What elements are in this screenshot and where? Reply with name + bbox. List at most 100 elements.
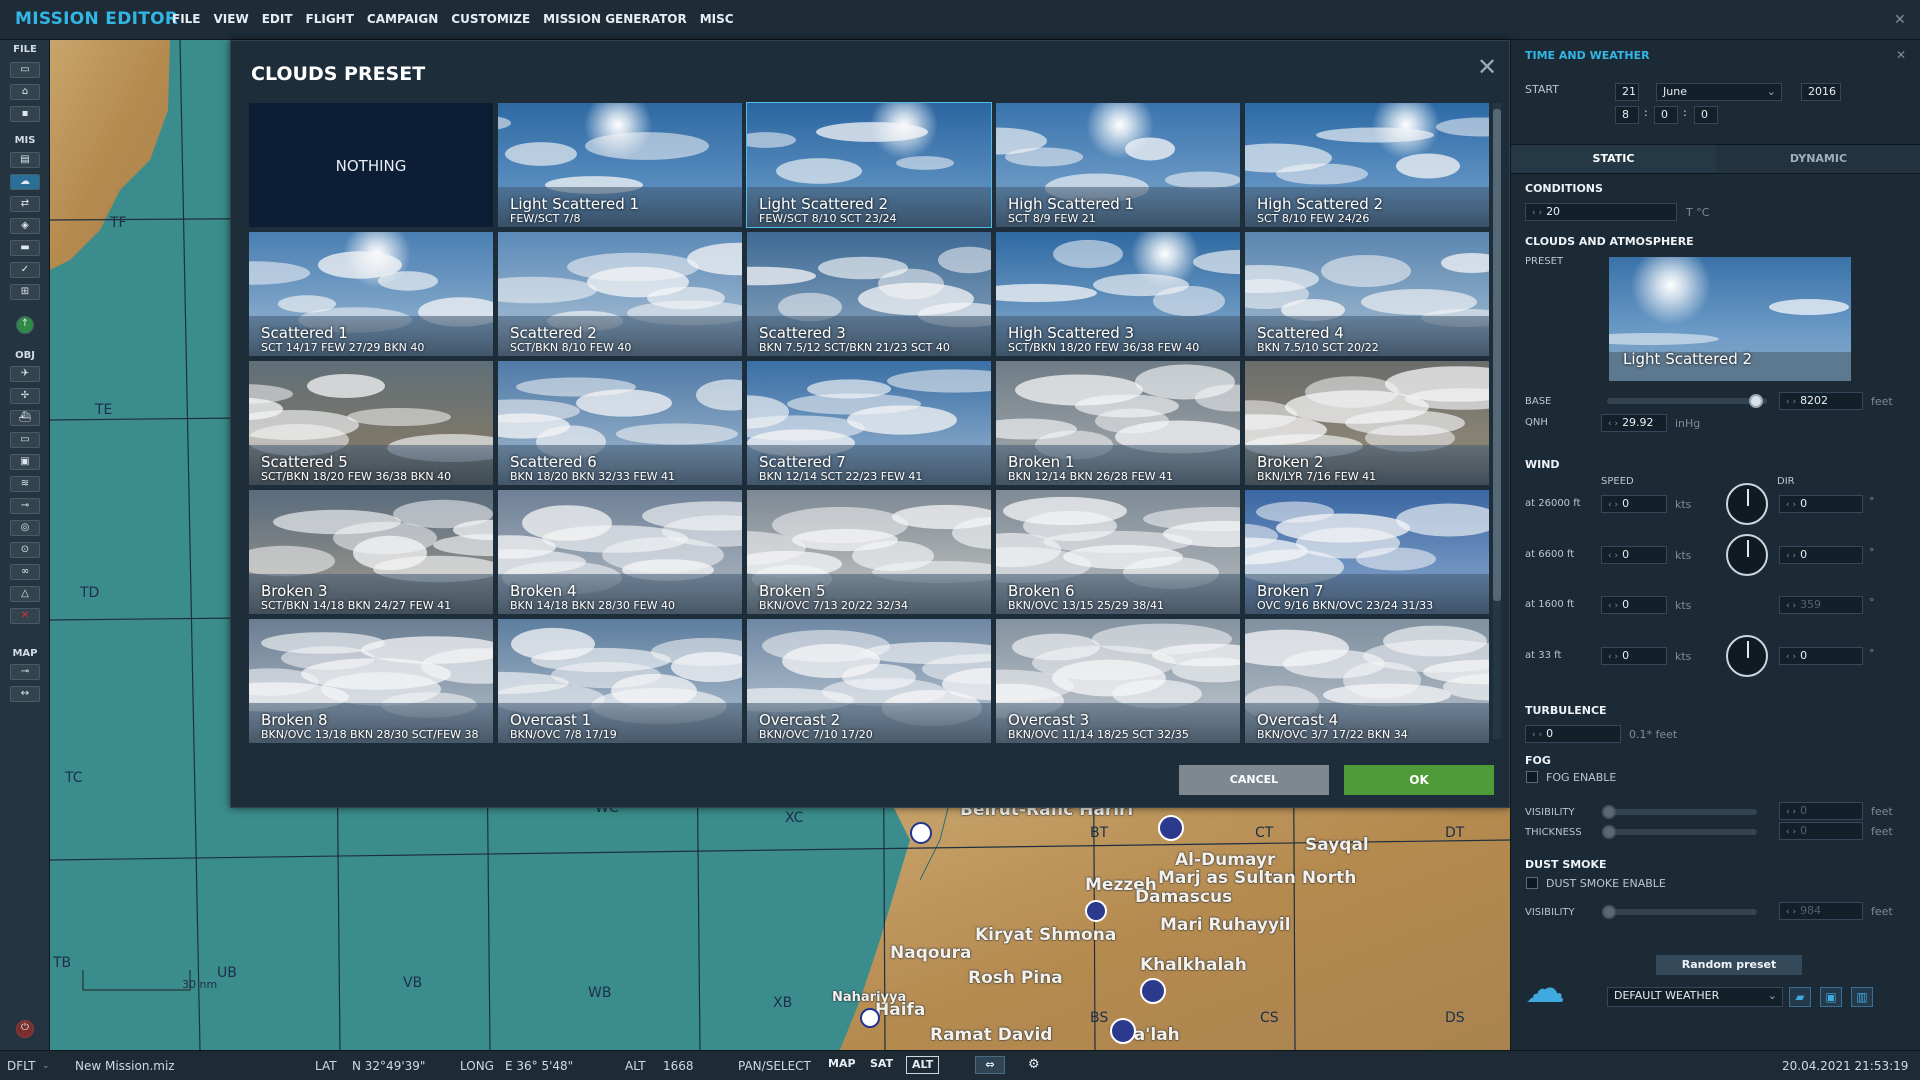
airfield-icon[interactable] — [1110, 1018, 1136, 1044]
temperature-field[interactable]: ‹ › 20 — [1525, 203, 1677, 221]
briefing-icon[interactable]: ▤ — [10, 152, 40, 168]
alt-mode-button[interactable]: ALT — [906, 1056, 940, 1074]
turbulence-field[interactable]: ‹ › 0 — [1525, 725, 1621, 743]
wind-direction-field[interactable]: ‹ › 0 — [1779, 495, 1863, 513]
preset-tile[interactable]: High Scattered 3 SCT/BKN 18/20 FEW 36/38… — [996, 232, 1240, 356]
preset-tile[interactable]: Scattered 5 SCT/BKN 18/20 FEW 36/38 BKN … — [249, 361, 493, 485]
menu-campaign[interactable]: CAMPAIGN — [367, 12, 438, 26]
preset-tile[interactable]: Scattered 2 SCT/BKN 8/10 FEW 40 — [498, 232, 742, 356]
preset-tile[interactable]: Scattered 4 BKN 7.5/10 SCT 20/22 — [1245, 232, 1489, 356]
coalition-icon[interactable]: ⊞ — [10, 284, 40, 300]
sat-mode-button[interactable]: SAT — [865, 1056, 898, 1074]
start-second-field[interactable]: 0 — [1694, 106, 1718, 124]
preset-tile[interactable]: Overcast 2 BKN/OVC 7/10 17/20 — [747, 619, 991, 743]
resources-icon[interactable]: ▬ — [10, 240, 40, 256]
menu-mission-generator[interactable]: MISSION GENERATOR — [543, 12, 687, 26]
airfield-icon[interactable] — [1158, 815, 1184, 841]
qnh-field[interactable]: ‹ › 29.92 — [1601, 414, 1667, 432]
wind-direction-dial[interactable] — [1726, 483, 1768, 525]
dust-visibility-field[interactable]: ‹ › 984 — [1779, 902, 1863, 920]
wind-direction-field[interactable]: ‹ › 359 — [1779, 596, 1863, 614]
ok-button[interactable]: OK — [1344, 765, 1494, 795]
start-year-field[interactable]: 2016 — [1801, 83, 1841, 101]
new-file-icon[interactable]: ▭ — [10, 62, 40, 78]
dust-visibility-slider[interactable] — [1607, 909, 1757, 915]
preset-tile[interactable]: Broken 7 OVC 9/16 BKN/OVC 23/24 31/33 — [1245, 490, 1489, 614]
map-mode-button[interactable]: MAP — [823, 1056, 861, 1074]
preset-tile[interactable]: Broken 6 BKN/OVC 13/15 25/29 38/41 — [996, 490, 1240, 614]
fog-thickness-knob[interactable] — [1602, 825, 1616, 839]
check-icon[interactable]: ✓ — [10, 262, 40, 278]
airfield-icon[interactable] — [860, 1008, 880, 1028]
preset-tile-nothing[interactable]: NOTHING — [249, 103, 493, 227]
settings-gear-icon[interactable]: ⚙ — [1023, 1056, 1045, 1074]
weather-icon[interactable]: ☁ — [10, 174, 40, 190]
open-folder-icon[interactable]: ▰ — [1789, 987, 1811, 1007]
ruler-icon[interactable]: ↔ — [10, 686, 40, 702]
menu-file[interactable]: FILE — [172, 12, 201, 26]
fog-visibility-knob[interactable] — [1602, 805, 1616, 819]
preset-tile[interactable]: High Scattered 1 SCT 8/9 FEW 21 — [996, 103, 1240, 227]
start-day-field[interactable]: 21 — [1615, 83, 1639, 101]
cancel-button[interactable]: CANCEL — [1179, 765, 1329, 795]
dust-visibility-knob[interactable] — [1602, 905, 1616, 919]
delete-icon[interactable]: ✕ — [10, 608, 40, 624]
static-icon[interactable]: ▣ — [10, 454, 40, 470]
wind-direction-field[interactable]: ‹ › 0 — [1779, 647, 1863, 665]
preset-tile[interactable]: Scattered 6 BKN 18/20 BKN 32/33 FEW 41 — [498, 361, 742, 485]
triggers-icon[interactable]: ⇄ — [10, 196, 40, 212]
preset-tile[interactable]: Broken 3 SCT/BKN 14/18 BKN 24/27 FEW 41 — [249, 490, 493, 614]
wind-speed-field[interactable]: ‹ › 0 — [1601, 596, 1667, 614]
start-month-select[interactable]: June ⌄ — [1656, 83, 1782, 101]
airfield-icon[interactable] — [910, 822, 932, 844]
preset-tile[interactable]: Broken 1 BKN 12/14 BKN 26/28 FEW 41 — [996, 361, 1240, 485]
tab-dynamic[interactable]: DYNAMIC — [1716, 145, 1920, 173]
preset-tile[interactable]: Broken 5 BKN/OVC 7/13 20/22 32/34 — [747, 490, 991, 614]
menu-flight[interactable]: FLIGHT — [306, 12, 354, 26]
preset-tile[interactable]: Scattered 1 SCT 14/17 FEW 27/29 BKN 40 — [249, 232, 493, 356]
ship-icon[interactable]: ⛴ — [10, 410, 40, 426]
zone-icon[interactable]: ≋ — [10, 476, 40, 492]
weather-preset-select[interactable]: DEFAULT WEATHER ⌄ — [1607, 987, 1783, 1007]
save-icon[interactable]: ▪ — [10, 106, 40, 122]
random-preset-button[interactable]: Random preset — [1656, 955, 1802, 975]
base-field[interactable]: ‹ › 8202 — [1779, 392, 1863, 410]
wind-speed-field[interactable]: ‹ › 0 — [1601, 647, 1667, 665]
preset-tile[interactable]: Scattered 7 BKN 12/14 SCT 22/23 FEW 41 — [747, 361, 991, 485]
preset-tile[interactable]: Light Scattered 2 FEW/SCT 8/10 SCT 23/24 — [746, 102, 992, 228]
vehicle-icon[interactable]: ▭ — [10, 432, 40, 448]
scrollbar-thumb[interactable] — [1493, 109, 1501, 601]
wind-direction-dial[interactable] — [1726, 635, 1768, 677]
trash-icon[interactable]: ▥ — [1851, 987, 1873, 1007]
shapes-icon[interactable]: △ — [10, 586, 40, 602]
preset-tile[interactable]: Overcast 3 BKN/OVC 11/14 18/25 SCT 32/35 — [996, 619, 1240, 743]
fog-visibility-slider[interactable] — [1607, 809, 1757, 815]
fog-visibility-field[interactable]: ‹ › 0 — [1779, 802, 1863, 820]
close-icon[interactable]: ✕ — [1896, 48, 1906, 62]
preset-tile[interactable]: Broken 2 BKN/LYR 7/16 FEW 41 — [1245, 361, 1489, 485]
preset-tile[interactable]: Broken 8 BKN/OVC 13/18 BKN 28/30 SCT/FEW… — [249, 619, 493, 743]
close-icon[interactable]: ✕ — [1894, 12, 1906, 28]
fog-thickness-slider[interactable] — [1607, 829, 1757, 835]
preset-preview[interactable]: Light Scattered 2 — [1609, 257, 1851, 381]
map-key-icon[interactable]: ⊸ — [10, 664, 40, 680]
save-icon[interactable]: ▣ — [1820, 987, 1842, 1007]
base-slider-knob[interactable] — [1749, 394, 1763, 408]
close-icon[interactable]: ✕ — [1477, 53, 1497, 81]
base-slider[interactable] — [1607, 398, 1767, 404]
wind-speed-field[interactable]: ‹ › 0 — [1601, 546, 1667, 564]
dust-enable-checkbox[interactable] — [1526, 877, 1538, 889]
fog-thickness-field[interactable]: ‹ › 0 — [1779, 822, 1863, 840]
wind-speed-field[interactable]: ‹ › 0 — [1601, 495, 1667, 513]
preset-tile[interactable]: Broken 4 BKN 14/18 BKN 28/30 FEW 40 — [498, 490, 742, 614]
preset-tile[interactable]: Overcast 4 BKN/OVC 3/7 17/22 BKN 34 — [1245, 619, 1489, 743]
profile-select[interactable]: DFLT — [7, 1059, 36, 1073]
power-icon[interactable]: ⏻ — [16, 1020, 34, 1038]
preset-tile[interactable]: Scattered 3 BKN 7.5/12 SCT/BKN 21/23 SCT… — [747, 232, 991, 356]
goals-icon[interactable]: ◈ — [10, 218, 40, 234]
preset-tile[interactable]: High Scattered 2 SCT 8/10 FEW 24/26 — [1245, 103, 1489, 227]
preset-tile[interactable]: Light Scattered 1 FEW/SCT 7/8 — [498, 103, 742, 227]
waypoint-icon[interactable]: ⊸ — [10, 498, 40, 514]
menu-misc[interactable]: MISC — [700, 12, 734, 26]
plane-icon[interactable]: ✈ — [10, 366, 40, 382]
